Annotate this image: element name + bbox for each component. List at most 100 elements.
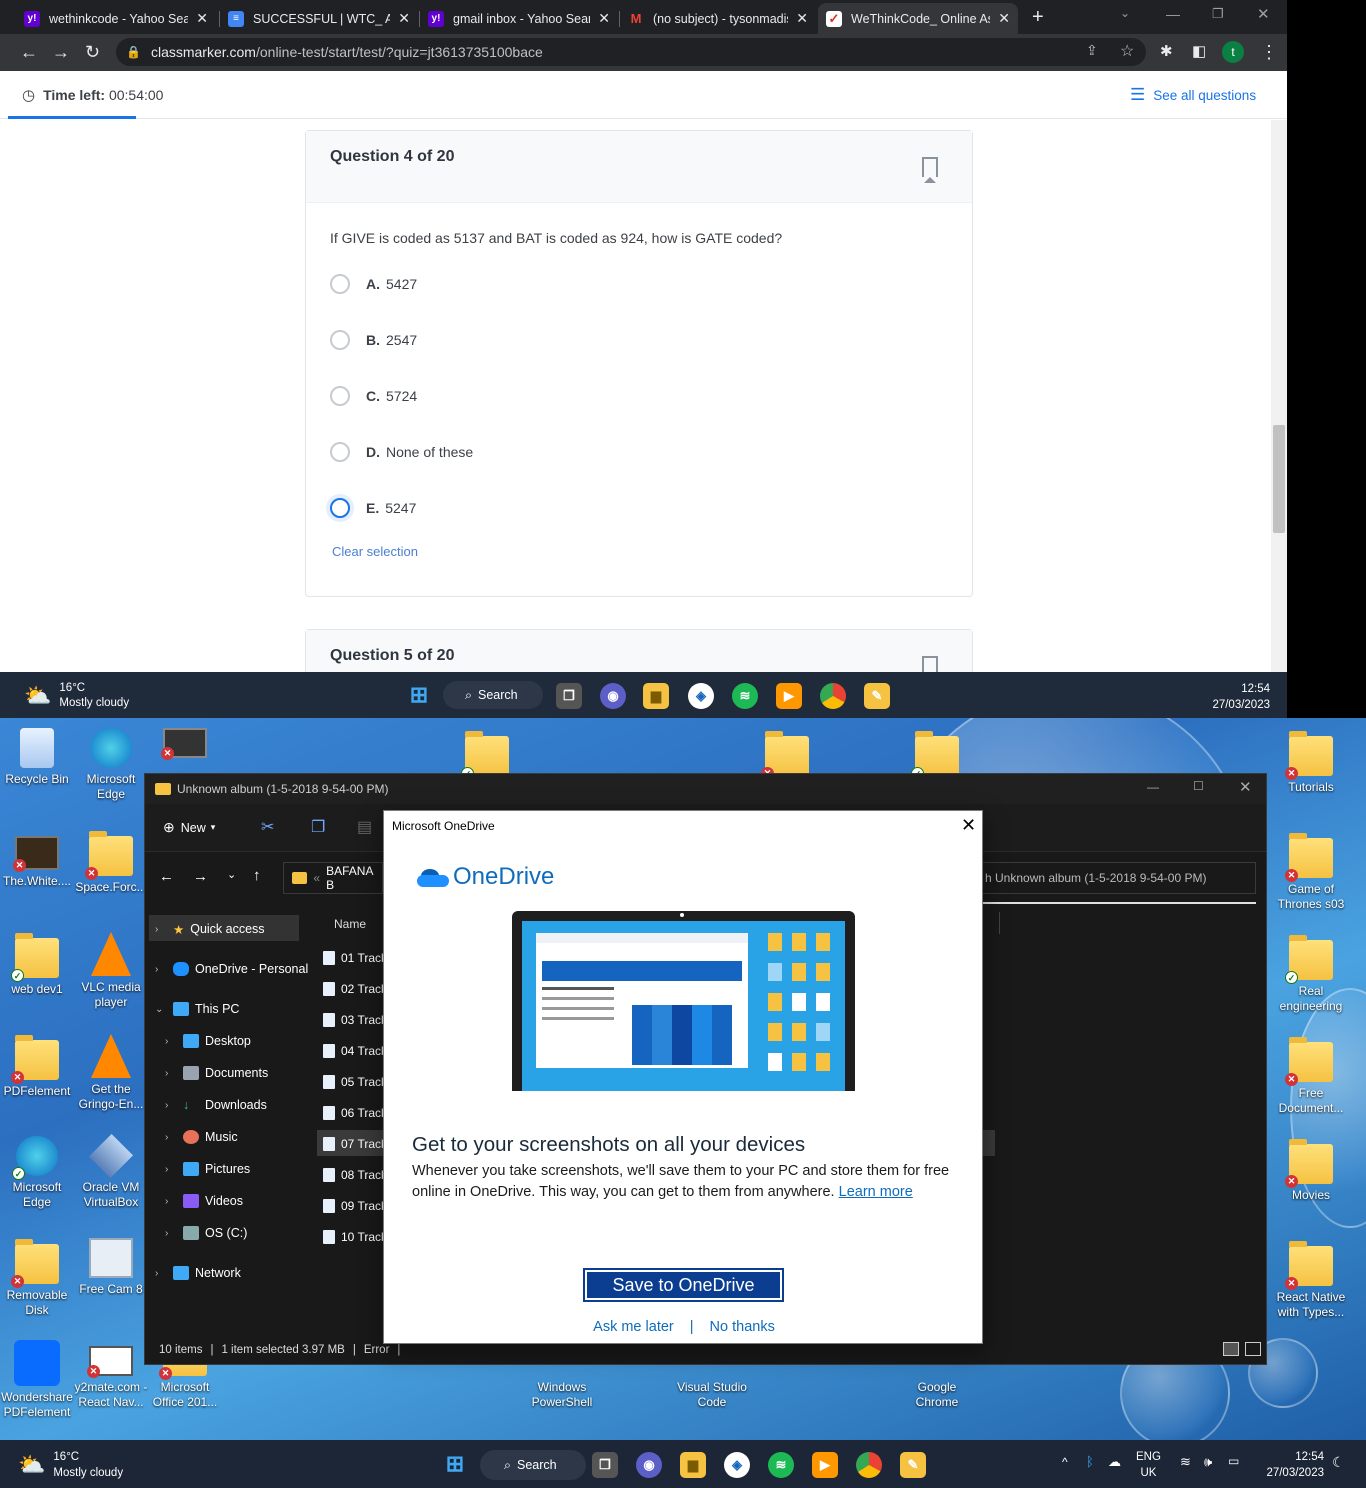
clear-selection-link[interactable]: Clear selection (332, 544, 418, 559)
close-tab-icon[interactable]: ✕ (998, 10, 1010, 27)
desktop-icon-gringo[interactable]: Get the Gringo-En... (74, 1034, 148, 1112)
tab-wethinkcode-online[interactable]: ✓ WeThinkCode_ Online Ass ✕ (818, 3, 1018, 34)
file-row[interactable]: 01 Track (323, 946, 387, 970)
tab-search-icon[interactable]: ⌄ (1120, 6, 1130, 20)
desktop-icon-chrome[interactable]: Google Chrome (900, 1380, 974, 1410)
desktop-icon-removable-disk[interactable]: ✕ Removable Disk (0, 1239, 74, 1318)
nav-music[interactable]: › Music (165, 1124, 238, 1150)
bluetooth-icon[interactable]: ᛒ (1086, 1454, 1094, 1469)
nav-network[interactable]: › Network (155, 1260, 241, 1286)
scrollbar[interactable] (1271, 120, 1287, 672)
share-icon[interactable]: ⇪ (1086, 42, 1098, 59)
nav-downloads[interactable]: › ↓ Downloads (165, 1092, 267, 1118)
forward-icon[interactable]: → (193, 868, 208, 885)
address-bar[interactable]: 🔒 classmarker.com/online-test/start/test… (116, 38, 1146, 66)
file-row[interactable]: 09 Track (323, 1194, 387, 1218)
new-button[interactable]: ⊕ New ▾ (163, 819, 215, 836)
option-e[interactable]: E. 5247 (330, 494, 416, 522)
weather-widget[interactable]: ⛅ 16°C Mostly cloudy (24, 681, 129, 711)
clock[interactable]: 12:54 27/03/2023 (1250, 1449, 1324, 1481)
minimize-icon[interactable]: — (1166, 6, 1180, 22)
no-thanks-link[interactable]: No thanks (710, 1319, 775, 1335)
close-icon[interactable]: ✕ (961, 815, 976, 836)
tab-gmail-no-subject[interactable]: M (no subject) - tysonmadis ✕ (620, 3, 816, 34)
desktop-icon-vlc[interactable]: VLC media player (74, 932, 148, 1010)
file-row[interactable]: 02 Track (323, 977, 387, 1001)
show-hidden-icons-icon[interactable]: ^ (1062, 1455, 1068, 1469)
save-to-onedrive-button[interactable]: Save to OneDrive (583, 1268, 784, 1302)
chrome-icon[interactable] (820, 683, 846, 709)
language-indicator[interactable]: ENG UK (1136, 1449, 1161, 1481)
battery-icon[interactable]: ▭ (1228, 1454, 1239, 1468)
desktop-icon-vscode[interactable]: Visual Studio Code (675, 1380, 749, 1410)
paste-icon[interactable]: ▤ (357, 817, 372, 837)
recent-locations-icon[interactable]: ⌄ (227, 868, 236, 881)
desktop-icon-tutorials[interactable]: ✕ Tutorials (1274, 731, 1348, 795)
desktop-icon-free-cam[interactable]: Free Cam 8 (74, 1238, 148, 1297)
up-icon[interactable]: ↑ (253, 867, 261, 884)
file-row[interactable]: 03 Track (323, 1008, 387, 1032)
start-icon[interactable]: ⊞ (406, 682, 432, 708)
close-tab-icon[interactable]: ✕ (196, 10, 208, 27)
desktop-icon-the-white[interactable]: ✕ The.White.... (0, 836, 74, 889)
weather-widget[interactable]: ⛅ 16°C Mostly cloudy (18, 1449, 123, 1481)
desktop-icon-powershell[interactable]: Windows PowerShell (525, 1380, 599, 1410)
onedrive-tray-icon[interactable]: ☁ (1108, 1454, 1121, 1470)
details-view-icon[interactable] (1223, 1342, 1239, 1356)
file-row[interactable]: 06 Track (323, 1101, 387, 1125)
extensions-icon[interactable]: ✱ (1160, 42, 1173, 62)
side-panel-icon[interactable]: ◧ (1192, 42, 1206, 62)
spotify-icon[interactable]: ≋ (732, 683, 758, 709)
option-d[interactable]: D. None of these (330, 438, 473, 466)
file-row-selected[interactable]: 07 Track (323, 1132, 387, 1156)
column-header-name[interactable]: Name (334, 917, 366, 931)
copy-icon[interactable]: ❐ (311, 817, 325, 837)
desktop-icon-react-native[interactable]: ✕ React Native with Types... (1274, 1241, 1348, 1320)
forward-icon[interactable]: → (52, 42, 70, 62)
spotify-icon[interactable]: ≋ (768, 1452, 794, 1478)
snipping-icon[interactable]: ✎ (900, 1452, 926, 1478)
maximize-icon[interactable]: ☐ (1193, 779, 1204, 793)
volume-icon[interactable]: 🕪 (1204, 1454, 1212, 1470)
nav-videos[interactable]: › Videos (165, 1188, 243, 1214)
minimize-icon[interactable]: — (1147, 780, 1159, 794)
ask-me-later-link[interactable]: Ask me later (593, 1319, 674, 1335)
file-row[interactable]: 08 Track (323, 1163, 387, 1187)
media-player-icon[interactable]: ▶ (776, 683, 802, 709)
task-view-icon[interactable]: ❐ (592, 1452, 618, 1478)
tiles-view-icon[interactable] (1245, 1342, 1261, 1356)
desktop-icon-recycle-bin[interactable]: Recycle Bin (0, 728, 74, 787)
tab-yahoo-gmail[interactable]: y! gmail inbox - Yahoo Searc ✕ (420, 3, 618, 34)
file-row[interactable]: 04 Track (323, 1039, 387, 1063)
media-player-icon[interactable]: ▶ (812, 1452, 838, 1478)
close-window-icon[interactable]: ✕ (1257, 5, 1270, 23)
explorer-search-input[interactable]: h Unknown album (1-5-2018 9-54-00 PM) (980, 862, 1256, 894)
nav-documents[interactable]: › Documents (165, 1060, 268, 1086)
close-tab-icon[interactable]: ✕ (598, 10, 610, 27)
desktop-icon-real-engineering[interactable]: ✓ Real engineering (1274, 935, 1348, 1014)
cut-icon[interactable]: ✂ (261, 817, 274, 837)
option-b[interactable]: B. 2547 (330, 326, 417, 354)
back-icon[interactable]: ← (20, 42, 38, 62)
radio-button-selected[interactable] (330, 498, 350, 518)
desktop-icon-movies[interactable]: ✕ Movies (1274, 1139, 1348, 1203)
menu-icon[interactable]: ⋮ (1260, 42, 1278, 62)
desktop-icon-space-force[interactable]: ✕ Space.Forc... (74, 831, 148, 895)
notifications-icon[interactable]: ☾ (1332, 1454, 1345, 1471)
teams-icon[interactable]: ◉ (636, 1452, 662, 1478)
bookmark-star-icon[interactable]: ☆ (1120, 41, 1134, 61)
option-c[interactable]: C. 5724 (330, 382, 417, 410)
nav-quick-access[interactable]: › ★ Quick access (155, 916, 265, 942)
close-tab-icon[interactable]: ✕ (796, 10, 808, 27)
taskbar-search[interactable]: ⌕ Search (443, 681, 543, 709)
nav-onedrive[interactable]: › OneDrive - Personal (155, 956, 308, 982)
desktop-icon-video[interactable]: ✕ (148, 728, 222, 762)
teams-icon[interactable]: ◉ (600, 683, 626, 709)
wifi-icon[interactable]: ≋ (1180, 1454, 1191, 1470)
radio-button[interactable] (330, 274, 350, 294)
bookmark-icon[interactable] (922, 157, 938, 183)
scrollbar-thumb[interactable] (1273, 425, 1285, 533)
desktop-icon-edge[interactable]: Microsoft Edge (74, 728, 148, 802)
desktop-icon-edge-2[interactable]: ✓ Microsoft Edge (0, 1136, 74, 1210)
desktop-icon-wondershare[interactable]: Wondershare PDFelement (0, 1340, 74, 1420)
